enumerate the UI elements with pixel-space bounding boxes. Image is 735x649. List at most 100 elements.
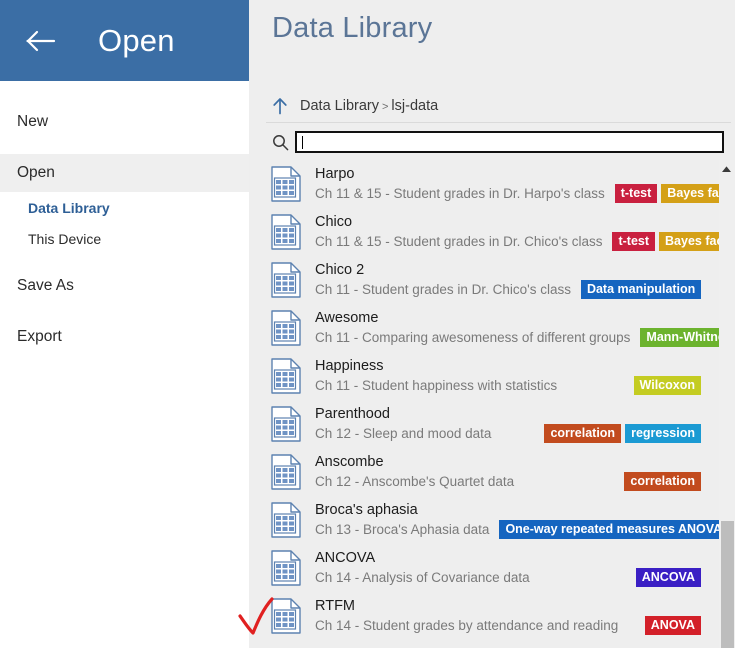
- search-box[interactable]: [295, 131, 724, 153]
- breadcrumb-current[interactable]: lsj-data: [391, 98, 438, 114]
- list-item-description: Ch 11 - Comparing awesomeness of differe…: [315, 329, 631, 345]
- list-item[interactable]: Chico Ch 11 & 15 - Student grades in Dr.…: [261, 208, 735, 256]
- list-item-text: ANCOVA Ch 14 - Analysis of Covariance da…: [315, 549, 701, 588]
- spreadsheet-file-icon: [269, 260, 303, 300]
- sidebar-item-label: New: [17, 113, 49, 130]
- status-badge[interactable]: Data manipulation: [580, 280, 702, 299]
- chevron-up-icon[interactable]: [719, 162, 733, 176]
- spreadsheet-file-icon: [269, 500, 303, 540]
- spreadsheet-file-icon: [269, 212, 303, 252]
- sidebar-item-this-device[interactable]: This Device: [0, 223, 249, 254]
- list-item[interactable]: Anscombe Ch 12 - Anscombe's Quartet data…: [261, 448, 735, 496]
- list-item-title: Harpo: [315, 165, 355, 182]
- backstage-sidebar: Open New Open Data Library This Device S…: [0, 0, 249, 648]
- spreadsheet-file-icon: [269, 596, 303, 636]
- breadcrumb-text: Data Library > lsj-data: [300, 98, 438, 114]
- status-badge[interactable]: One-way repeated measures ANOVA: [499, 520, 729, 539]
- list-item-description: Ch 14 - Student grades by attendance and…: [315, 617, 619, 633]
- list-item-meta: Ch 11 & 15 - Student grades in Dr. Chico…: [315, 232, 735, 252]
- sidebar-item-data-library[interactable]: Data Library: [0, 192, 249, 223]
- list-item-title: Happiness: [315, 357, 384, 374]
- list-item-text: Awesome Ch 11 - Comparing awesomeness of…: [315, 309, 735, 348]
- list-item-text: Broca's aphasia Ch 13 - Broca's Aphasia …: [315, 501, 729, 540]
- list-item-text: Harpo Ch 11 & 15 - Student grades in Dr.…: [315, 165, 735, 204]
- status-badge[interactable]: ANOVA: [644, 616, 701, 635]
- tag-group: correlation regression: [534, 424, 701, 443]
- tag-group: One-way repeated measures ANOVA: [489, 520, 729, 539]
- list-item[interactable]: Parenthood Ch 12 - Sleep and mood data c…: [261, 400, 735, 448]
- list-item[interactable]: RTFM Ch 14 - Student grades by attendanc…: [261, 592, 735, 640]
- list-item[interactable]: ANCOVA Ch 14 - Analysis of Covariance da…: [261, 544, 735, 592]
- list-item[interactable]: Happiness Ch 11 - Student happiness with…: [261, 352, 735, 400]
- list-item-description: Ch 11 - Student grades in Dr. Chico's cl…: [315, 281, 571, 297]
- tag-group: Data manipulation: [571, 280, 702, 299]
- sidebar-item-label: Export: [17, 328, 62, 345]
- tag-group: t-test Bayes factor: [602, 232, 735, 251]
- sidebar-item-open[interactable]: Open: [0, 154, 249, 192]
- breadcrumb-separator: >: [381, 101, 389, 113]
- list-item[interactable]: Chico 2 Ch 11 - Student grades in Dr. Ch…: [261, 256, 735, 304]
- sidebar-item-new[interactable]: New: [0, 103, 249, 141]
- tag-group: t-test Bayes factor: [605, 184, 735, 203]
- tag-group: ANCOVA: [626, 568, 701, 587]
- list-item-text: Anscombe Ch 12 - Anscombe's Quartet data…: [315, 453, 701, 492]
- scrollbar-thumb[interactable]: [721, 521, 734, 648]
- list-item-text: RTFM Ch 14 - Student grades by attendanc…: [315, 597, 701, 636]
- sidebar-nav: New Open Data Library This Device Save A…: [0, 81, 249, 356]
- list-item-meta: Ch 13 - Broca's Aphasia data One-way rep…: [315, 520, 729, 540]
- tag-group: Wilcoxon: [624, 376, 701, 395]
- status-badge[interactable]: regression: [625, 424, 701, 443]
- list-item-meta: Ch 11 - Comparing awesomeness of differe…: [315, 328, 735, 348]
- page-title: Data Library: [272, 12, 433, 44]
- text-caret: [302, 136, 303, 149]
- status-badge[interactable]: t-test: [614, 184, 658, 203]
- sidebar-item-label: Save As: [17, 277, 74, 294]
- list-item-description: Ch 12 - Sleep and mood data: [315, 425, 492, 441]
- list-item-meta: Ch 14 - Analysis of Covariance data ANCO…: [315, 568, 701, 588]
- status-badge[interactable]: correlation: [544, 424, 622, 443]
- list-item-meta: Ch 14 - Student grades by attendance and…: [315, 616, 701, 636]
- list-item[interactable]: Broca's aphasia Ch 13 - Broca's Aphasia …: [261, 496, 735, 544]
- search-row: [269, 129, 725, 155]
- sidebar-subitem-label: This Device: [28, 230, 102, 247]
- list-item-title: Awesome: [315, 309, 379, 326]
- list-item-title: RTFM: [315, 597, 356, 614]
- list-item-meta: Ch 12 - Sleep and mood data correlation …: [315, 424, 701, 444]
- list-item-meta: Ch 12 - Anscombe's Quartet data correlat…: [315, 472, 701, 492]
- spreadsheet-file-icon: [269, 452, 303, 492]
- file-list[interactable]: Harpo Ch 11 & 15 - Student grades in Dr.…: [261, 160, 735, 648]
- list-item-description: Ch 12 - Anscombe's Quartet data: [315, 473, 515, 489]
- status-badge[interactable]: correlation: [624, 472, 701, 491]
- status-badge[interactable]: Wilcoxon: [633, 376, 701, 395]
- sidebar-item-export[interactable]: Export: [0, 318, 249, 356]
- spreadsheet-file-icon: [269, 164, 303, 204]
- breadcrumb[interactable]: Data Library > lsj-data: [269, 93, 438, 119]
- list-item-meta: Ch 11 - Student grades in Dr. Chico's cl…: [315, 280, 702, 300]
- open-dialog: Open New Open Data Library This Device S…: [0, 0, 735, 648]
- list-item-text: Chico 2 Ch 11 - Student grades in Dr. Ch…: [315, 261, 702, 300]
- spreadsheet-file-icon: [269, 404, 303, 444]
- list-item-description: Ch 11 - Student happiness with statistic…: [315, 377, 558, 393]
- divider: [266, 122, 731, 123]
- search-icon: [269, 131, 291, 153]
- sidebar-header-title: Open: [98, 22, 175, 58]
- back-arrow-icon[interactable]: [24, 24, 58, 58]
- search-input[interactable]: [301, 133, 722, 151]
- list-item[interactable]: Harpo Ch 11 & 15 - Student grades in Dr.…: [261, 160, 735, 208]
- list-item-description: Ch 14 - Analysis of Covariance data: [315, 569, 530, 585]
- list-item-title: Chico 2: [315, 261, 365, 278]
- list-item-title: Anscombe: [315, 453, 384, 470]
- tag-group: ANOVA: [635, 616, 701, 635]
- list-item-text: Chico Ch 11 & 15 - Student grades in Dr.…: [315, 213, 735, 252]
- status-badge[interactable]: t-test: [612, 232, 656, 251]
- list-item-meta: Ch 11 - Student happiness with statistic…: [315, 376, 701, 396]
- up-arrow-icon[interactable]: [269, 95, 291, 117]
- breadcrumb-root[interactable]: Data Library: [300, 98, 379, 114]
- list-item-description: Ch 11 & 15 - Student grades in Dr. Harpo…: [315, 185, 605, 201]
- list-item-text: Parenthood Ch 12 - Sleep and mood data c…: [315, 405, 701, 444]
- list-item-meta: Ch 11 & 15 - Student grades in Dr. Harpo…: [315, 184, 735, 204]
- sidebar-item-save-as[interactable]: Save As: [0, 267, 249, 305]
- list-item[interactable]: Awesome Ch 11 - Comparing awesomeness of…: [261, 304, 735, 352]
- tag-group: correlation: [614, 472, 701, 491]
- status-badge[interactable]: ANCOVA: [635, 568, 701, 587]
